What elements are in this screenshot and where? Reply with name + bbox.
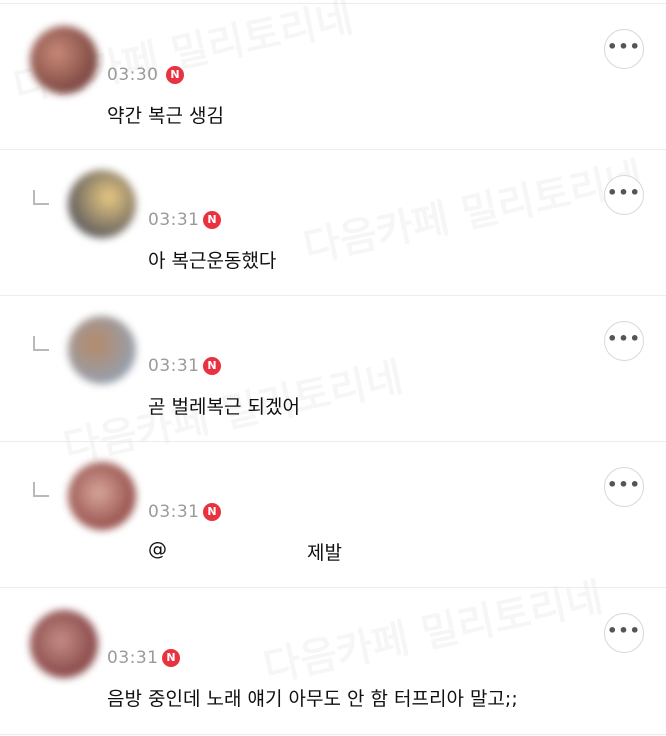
new-badge: N bbox=[203, 211, 221, 229]
comment-time: 03:31 bbox=[107, 648, 159, 668]
avatar[interactable] bbox=[68, 462, 136, 530]
more-icon: ••• bbox=[607, 183, 641, 202]
comment-time: 03:30 bbox=[107, 65, 159, 85]
avatar[interactable] bbox=[30, 610, 98, 678]
mention[interactable]: @ bbox=[148, 538, 167, 560]
comment-item: 03:30 N 약간 복근 생김 ••• bbox=[0, 3, 666, 150]
more-icon: ••• bbox=[607, 37, 641, 56]
new-badge: N bbox=[203, 357, 221, 375]
reply-item: 03:31 N @ 제발 ••• bbox=[0, 442, 666, 588]
more-icon: ••• bbox=[607, 475, 641, 494]
more-options-button[interactable]: ••• bbox=[604, 29, 644, 69]
comment-text: 약간 복근 생김 bbox=[107, 105, 224, 127]
avatar[interactable] bbox=[30, 26, 98, 94]
more-options-button[interactable]: ••• bbox=[604, 321, 644, 361]
reply-item: 03:31 N 곧 벌레복근 되겠어 ••• bbox=[0, 296, 666, 442]
comment-text: 제발 bbox=[307, 542, 342, 564]
new-badge: N bbox=[162, 649, 180, 667]
reply-arrow-icon bbox=[33, 336, 49, 351]
more-icon: ••• bbox=[607, 329, 641, 348]
new-badge: N bbox=[203, 503, 221, 521]
more-options-button[interactable]: ••• bbox=[604, 467, 644, 507]
more-options-button[interactable]: ••• bbox=[604, 613, 644, 653]
comment-time: 03:31 bbox=[148, 210, 200, 230]
more-options-button[interactable]: ••• bbox=[604, 175, 644, 215]
avatar[interactable] bbox=[68, 170, 136, 238]
avatar[interactable] bbox=[68, 316, 136, 384]
more-icon: ••• bbox=[607, 621, 641, 640]
reply-arrow-icon bbox=[33, 190, 49, 205]
reply-item: 03:31 N 아 복근운동했다 ••• bbox=[0, 150, 666, 296]
reply-arrow-icon bbox=[33, 482, 49, 497]
comment-item: 03:31 N 음방 중인데 노래 얘기 아무도 안 함 터프리아 말고;; •… bbox=[0, 588, 666, 735]
comment-text: 음방 중인데 노래 얘기 아무도 안 함 터프리아 말고;; bbox=[107, 688, 518, 710]
new-badge: N bbox=[166, 66, 184, 84]
comment-time: 03:31 bbox=[148, 356, 200, 376]
comment-text: 아 복근운동했다 bbox=[148, 250, 277, 272]
comment-text: 곧 벌레복근 되겠어 bbox=[148, 396, 300, 418]
comment-time: 03:31 bbox=[148, 502, 200, 522]
